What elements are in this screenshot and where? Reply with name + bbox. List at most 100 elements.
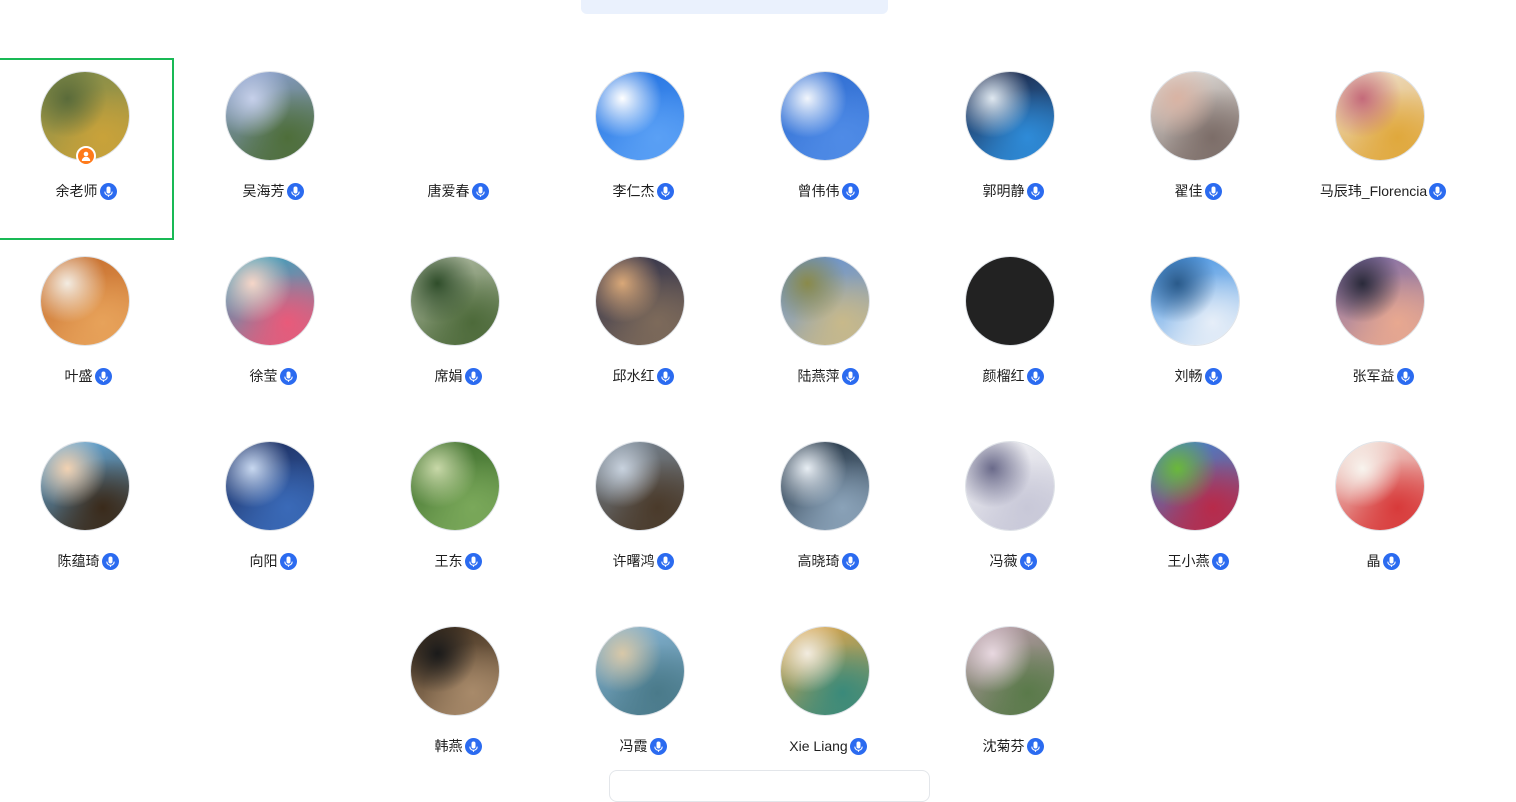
participant-name: 陈蕴琦 (57, 553, 100, 569)
participant-tile[interactable]: Xie Liang (740, 613, 916, 795)
microphone-icon[interactable] (1026, 737, 1044, 755)
microphone-icon[interactable] (656, 552, 674, 570)
microphone-icon[interactable] (99, 182, 117, 200)
participant-name-row: 邱水红 (555, 366, 731, 386)
microphone-icon[interactable] (656, 367, 674, 385)
participant-tile[interactable]: 曾伟伟 (740, 58, 916, 240)
microphone-icon[interactable] (464, 737, 482, 755)
microphone-icon[interactable] (471, 182, 489, 200)
participant-tile[interactable]: 翟佳 (1110, 58, 1286, 240)
participant-tile[interactable]: 韩燕 (370, 613, 546, 795)
microphone-icon[interactable] (464, 367, 482, 385)
participant-name-row: 李仁杰 (555, 181, 731, 201)
microphone-icon[interactable] (464, 552, 482, 570)
microphone-icon[interactable] (841, 552, 859, 570)
participant-name: 陆燕萍 (797, 368, 840, 384)
participant-name: 李仁杰 (612, 183, 655, 199)
bottom-toolbar (609, 770, 930, 802)
participant-name-row: 吴海芳 (185, 181, 361, 201)
microphone-icon[interactable] (286, 182, 304, 200)
microphone-icon[interactable] (841, 182, 859, 200)
participant-name-row: 冯薇 (925, 551, 1101, 571)
participant-grid: 余老师 吴海芳 唐爱春 李仁杰 曾伟伟 郭明静 翟佳 马辰玮_Florencia 叶盛 徐莹 席娟 邱… (0, 0, 1516, 779)
microphone-icon[interactable] (1204, 182, 1222, 200)
microphone-icon[interactable] (1396, 367, 1414, 385)
participant-tile[interactable]: 马辰玮_Florencia (1295, 58, 1471, 240)
participant-tile[interactable]: 王小燕 (1110, 428, 1286, 610)
participant-tile[interactable]: 余老师 (0, 58, 174, 240)
avatar (41, 442, 129, 530)
microphone-icon[interactable] (1204, 367, 1222, 385)
participant-tile[interactable]: 邱水红 (555, 243, 731, 425)
participant-name: 韩燕 (434, 738, 463, 754)
microphone-icon[interactable] (1026, 182, 1044, 200)
participant-name: 叶盛 (64, 368, 93, 384)
participant-name: 徐莹 (249, 368, 278, 384)
microphone-icon[interactable] (101, 552, 119, 570)
participant-tile[interactable]: 郭明静 (925, 58, 1101, 240)
participant-tile[interactable]: 叶盛 (0, 243, 176, 425)
avatar (41, 257, 129, 345)
avatar (966, 257, 1054, 345)
avatar (411, 627, 499, 715)
avatar (596, 627, 684, 715)
participant-tile[interactable]: 徐莹 (185, 243, 361, 425)
microphone-icon[interactable] (841, 367, 859, 385)
participant-tile[interactable]: 沈菊芬 (925, 613, 1101, 795)
participant-tile[interactable]: 晶 (1295, 428, 1471, 610)
avatar (1151, 442, 1239, 530)
avatar (1336, 72, 1424, 160)
avatar (781, 72, 869, 160)
participant-name: 翟佳 (1174, 183, 1203, 199)
participant-name-row: 陆燕萍 (740, 366, 916, 386)
participant-tile[interactable]: 席娟 (370, 243, 546, 425)
participant-tile[interactable]: 吴海芳 (185, 58, 361, 240)
microphone-icon[interactable] (649, 737, 667, 755)
avatar (1336, 257, 1424, 345)
participant-name-row: 晶 (1295, 551, 1471, 571)
participant-tile[interactable]: 王东 (370, 428, 546, 610)
participant-name-row: 冯霞 (555, 736, 731, 756)
participant-name: Xie Liang (789, 738, 848, 754)
participant-name: 席娟 (434, 368, 463, 384)
microphone-icon[interactable] (279, 552, 297, 570)
microphone-icon[interactable] (1026, 367, 1044, 385)
participant-name: 曾伟伟 (797, 183, 840, 199)
participant-tile[interactable]: 许曙鸿 (555, 428, 731, 610)
participant-tile[interactable]: 向阳 (185, 428, 361, 610)
participant-name-row: 陈蕴琦 (0, 551, 176, 571)
participant-tile[interactable]: 颜榴红 (925, 243, 1101, 425)
participant-name-row: Xie Liang (740, 736, 916, 756)
microphone-icon[interactable] (1019, 552, 1037, 570)
avatar (1336, 442, 1424, 530)
microphone-icon[interactable] (94, 367, 112, 385)
participant-tile[interactable]: 陆燕萍 (740, 243, 916, 425)
participant-tile[interactable]: 冯薇 (925, 428, 1101, 610)
participant-name-row: 许曙鸿 (555, 551, 731, 571)
participant-tile[interactable]: 唐爱春 (370, 58, 546, 240)
participant-tile[interactable]: 刘畅 (1110, 243, 1286, 425)
participant-name: 吴海芳 (242, 183, 285, 199)
participant-tile[interactable]: 高晓琦 (740, 428, 916, 610)
participant-name-row: 颜榴红 (925, 366, 1101, 386)
participant-tile[interactable]: 陈蕴琦 (0, 428, 176, 610)
avatar (226, 257, 314, 345)
participant-tile[interactable]: 李仁杰 (555, 58, 731, 240)
participant-name-row: 王小燕 (1110, 551, 1286, 571)
microphone-icon[interactable] (1429, 182, 1447, 200)
microphone-icon[interactable] (1382, 552, 1400, 570)
microphone-icon[interactable] (656, 182, 674, 200)
avatar (411, 442, 499, 530)
participant-name: 王小燕 (1167, 553, 1210, 569)
participant-name: 张军益 (1352, 368, 1395, 384)
microphone-icon[interactable] (1211, 552, 1229, 570)
microphone-icon[interactable] (849, 737, 867, 755)
participant-name-row: 张军益 (1295, 366, 1471, 386)
participant-name-row: 高晓琦 (740, 551, 916, 571)
participant-name-row: 余老师 (0, 181, 172, 201)
microphone-icon[interactable] (279, 367, 297, 385)
participant-name: 郭明静 (982, 183, 1025, 199)
participant-tile[interactable]: 冯霞 (555, 613, 731, 795)
participant-name: 王东 (434, 553, 463, 569)
participant-tile[interactable]: 张军益 (1295, 243, 1471, 425)
